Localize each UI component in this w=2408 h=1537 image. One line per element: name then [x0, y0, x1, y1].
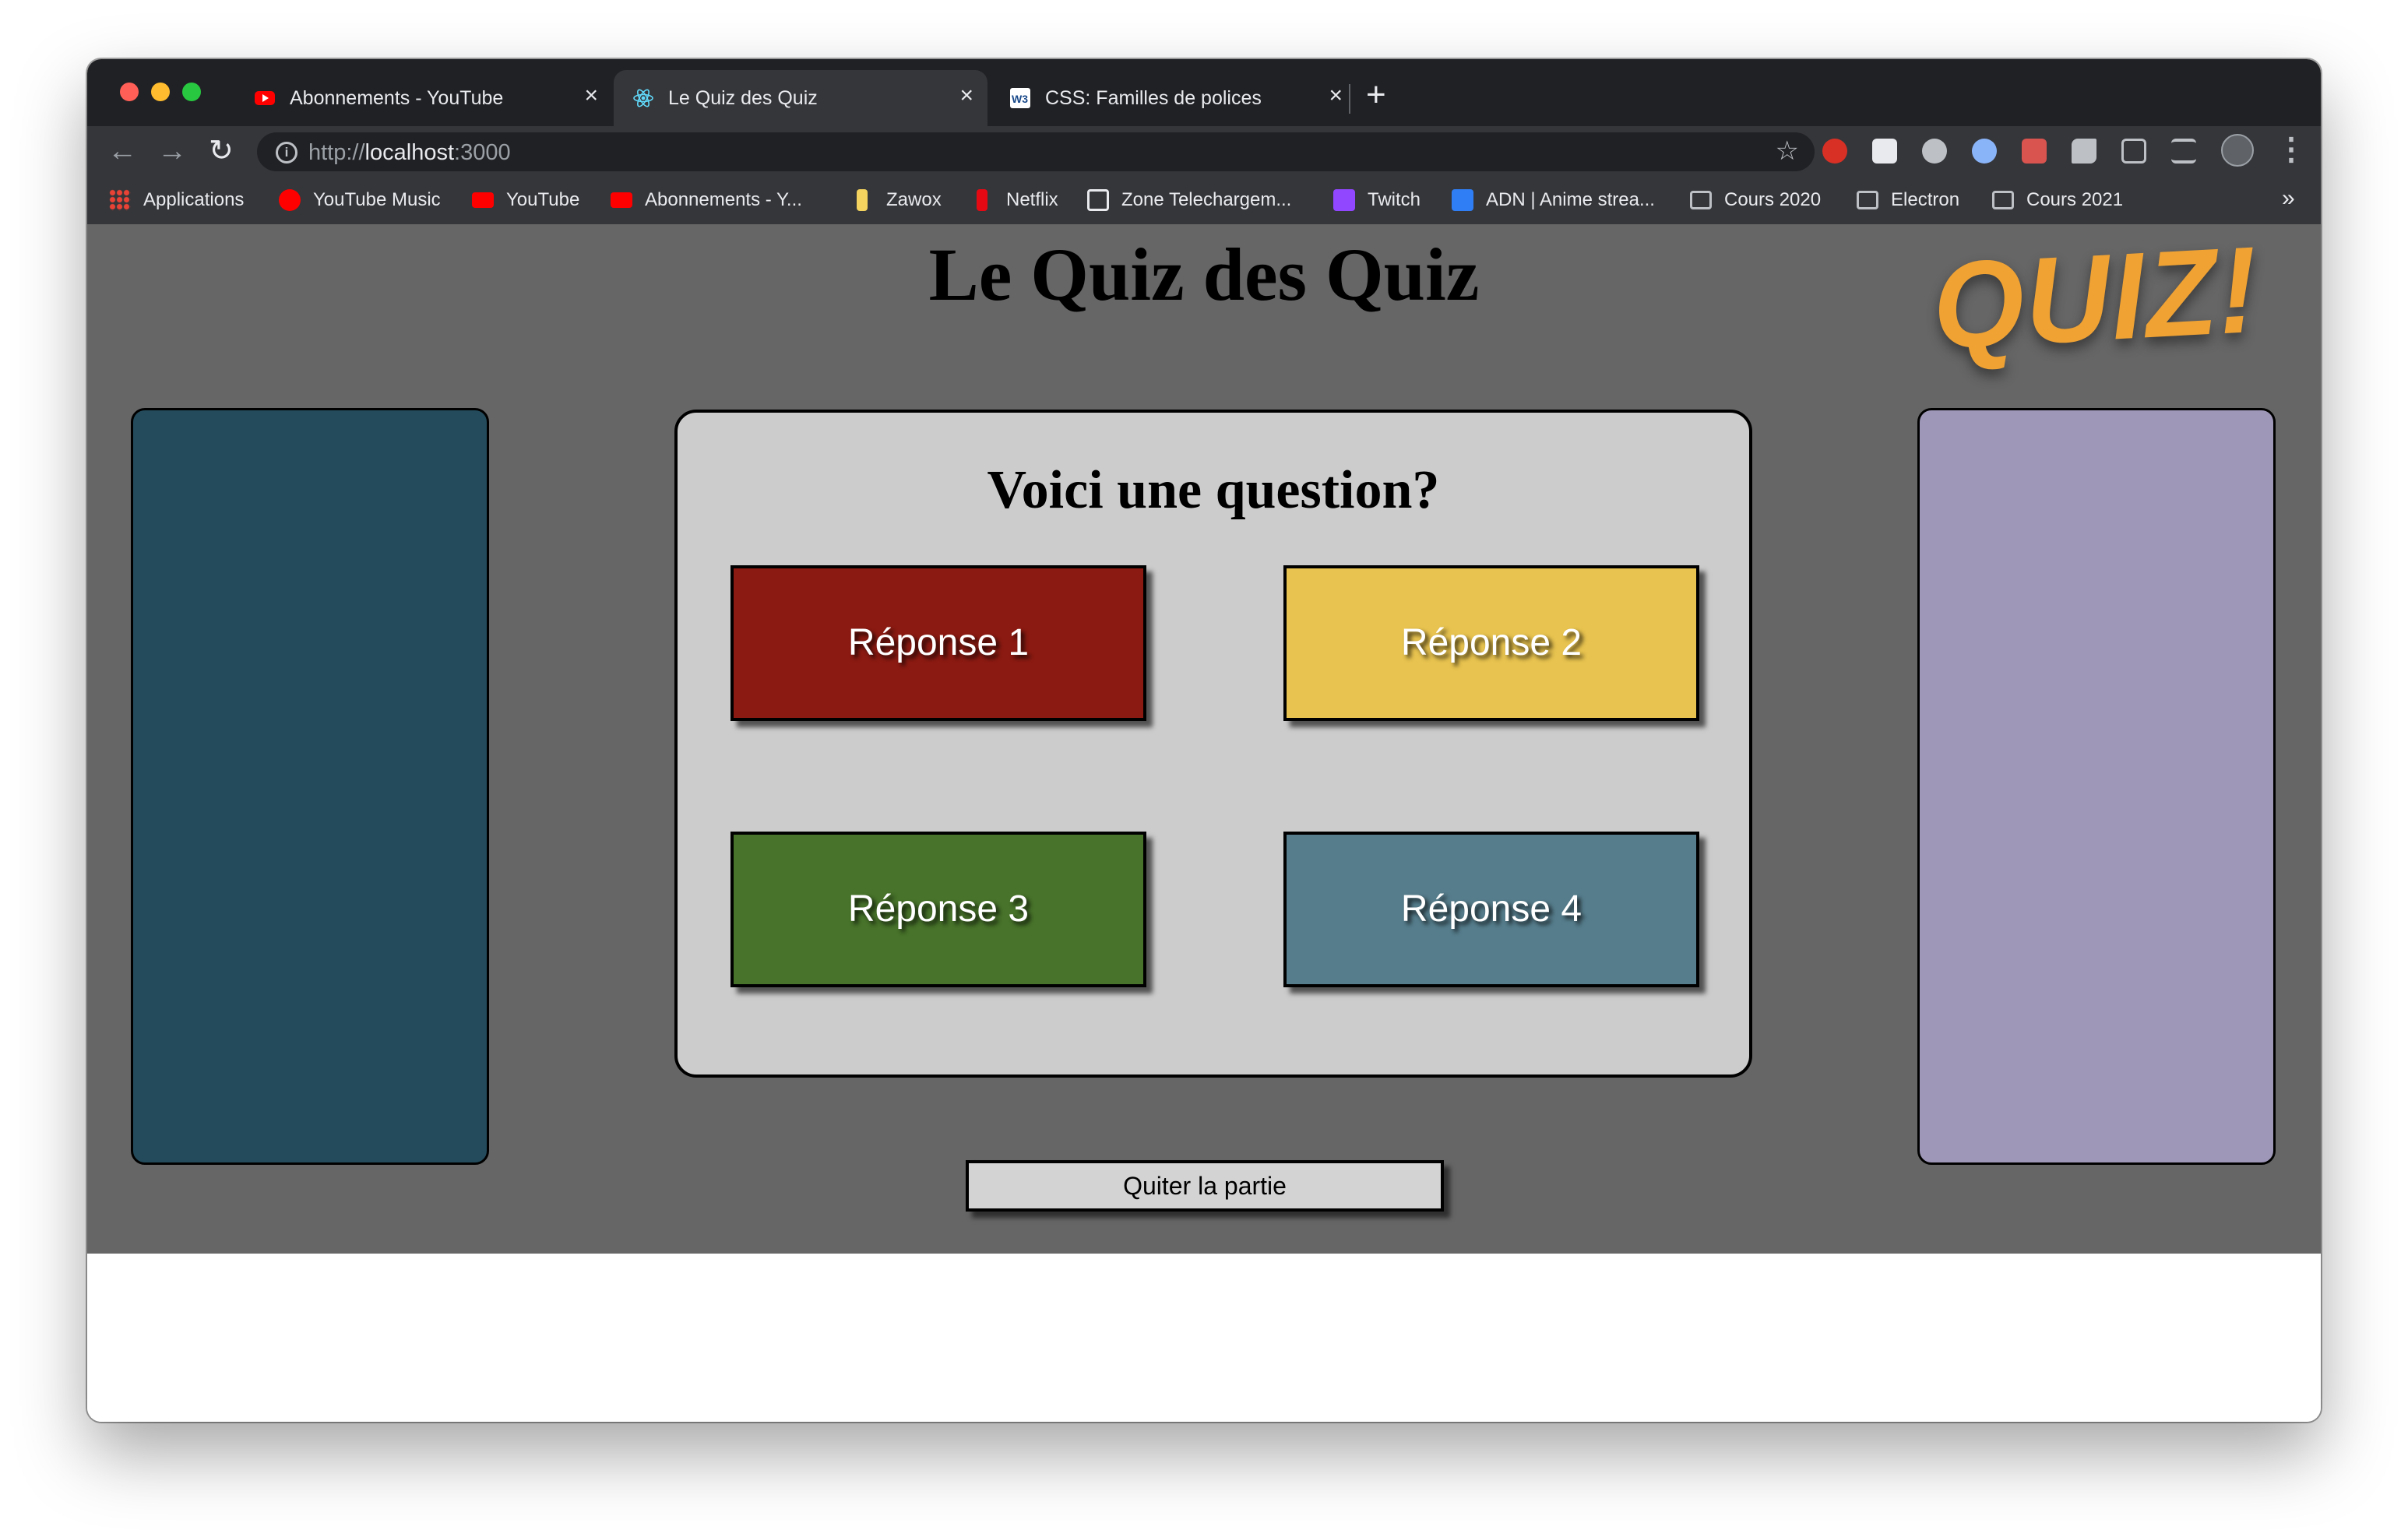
back-button[interactable]: ←: [107, 134, 137, 168]
extension-red-icon[interactable]: [2022, 139, 2047, 164]
left-side-panel: [131, 408, 489, 1165]
youtube-icon: [611, 192, 632, 208]
page-blank-area: [87, 1254, 2321, 1422]
tab-title: CSS: Familles de polices: [1045, 87, 1262, 109]
bookmark-netflix[interactable]: Netflix: [972, 176, 1058, 224]
browser-menu-icon[interactable]: ⋮: [2276, 132, 2307, 167]
bookmark-folder-electron[interactable]: Electron: [1857, 176, 1959, 224]
youtube-icon: [255, 91, 275, 105]
answer-4-button[interactable]: Réponse 4: [1283, 832, 1699, 987]
bookmark-label: Twitch: [1368, 189, 1421, 210]
bookmark-zawox[interactable]: Zawox: [852, 176, 942, 224]
url-host: localhost: [364, 140, 455, 165]
close-window-button[interactable]: [120, 83, 139, 101]
youtube-music-icon: [279, 189, 301, 211]
tab-close-button[interactable]: ×: [584, 83, 598, 109]
bookmark-label: Cours 2020: [1724, 189, 1822, 210]
question-card: Voici une question? Réponse 1 Réponse 2 …: [674, 410, 1752, 1078]
bookmark-youtube-music[interactable]: YouTube Music: [279, 176, 441, 224]
tab-css-fonts[interactable]: W3 CSS: Familles de polices ×: [991, 70, 1357, 126]
folder-icon: [1690, 191, 1712, 209]
bookmark-folder-cours-2020[interactable]: Cours 2020: [1690, 176, 1821, 224]
bookmark-twitch[interactable]: Twitch: [1333, 176, 1421, 224]
extension-circle-icon[interactable]: [1972, 139, 1997, 164]
tab-close-button[interactable]: ×: [959, 83, 973, 109]
react-icon: [633, 89, 653, 107]
bookmark-star-icon[interactable]: ☆: [1776, 135, 1799, 167]
profile-avatar[interactable]: [2221, 134, 2254, 167]
site-info-icon[interactable]: i: [276, 142, 297, 164]
tab-strip: Abonnements - YouTube × Le Quiz des Quiz…: [87, 59, 2321, 126]
browser-toolbar: ← → ↻ i http://localhost:3000 ☆ ⋮: [87, 126, 2321, 176]
twitch-icon: [1333, 189, 1355, 211]
bookmark-zone-telechargement[interactable]: Zone Telechargem...: [1087, 176, 1291, 224]
adblock-extension-icon[interactable]: [1822, 139, 1847, 164]
cast-icon[interactable]: [2121, 139, 2146, 164]
w3schools-icon: W3: [1010, 88, 1030, 108]
tab-title: Abonnements - YouTube: [290, 87, 504, 109]
bookmark-abonnements[interactable]: Abonnements - Y...: [611, 176, 802, 224]
bookmark-label: Applications: [143, 189, 245, 210]
netflix-icon: [977, 189, 987, 211]
tab-title: Le Quiz des Quiz: [668, 87, 818, 109]
bookmark-applications[interactable]: Applications: [109, 176, 244, 224]
bookmark-label: Netflix: [1006, 189, 1058, 210]
extension-icon[interactable]: [1872, 139, 1897, 164]
right-side-panel: [1917, 408, 2276, 1165]
browser-window: Abonnements - YouTube × Le Quiz des Quiz…: [87, 59, 2321, 1422]
address-bar[interactable]: i http://localhost:3000 ☆: [257, 132, 1815, 171]
new-tab-button[interactable]: +: [1366, 78, 1386, 112]
question-text: Voici une question?: [987, 460, 1440, 520]
bookmark-label: YouTube: [506, 189, 580, 210]
bookmark-folder-cours-2021[interactable]: Cours 2021: [1992, 176, 2123, 224]
bookmark-label: ADN | Anime strea...: [1486, 189, 1655, 210]
bookmark-label: Abonnements - Y...: [645, 189, 802, 210]
answer-1-button[interactable]: Réponse 1: [730, 565, 1146, 721]
tab-close-button[interactable]: ×: [1329, 83, 1343, 109]
tab-separator: [1349, 84, 1350, 114]
bookmark-label: YouTube Music: [313, 189, 441, 210]
folder-icon: [1857, 191, 1878, 209]
answer-2-button[interactable]: Réponse 2: [1283, 565, 1699, 721]
apps-grid-icon: [109, 189, 131, 211]
bookmark-label: Cours 2021: [2026, 189, 2124, 210]
tab-youtube-subscriptions[interactable]: Abonnements - YouTube ×: [235, 70, 612, 126]
bookmark-label: Zawox: [886, 189, 942, 210]
folder-icon: [1992, 191, 2014, 209]
address-url[interactable]: http://localhost:3000: [308, 140, 511, 166]
url-scheme: http://: [308, 140, 365, 165]
zt-icon: [1087, 189, 1109, 211]
answer-3-button[interactable]: Réponse 3: [730, 832, 1146, 987]
minimize-window-button[interactable]: [151, 83, 170, 101]
bookmark-label: Zone Telechargem...: [1121, 189, 1292, 210]
adn-icon: [1452, 189, 1473, 211]
reload-button[interactable]: ↻: [209, 134, 234, 168]
extensions-puzzle-icon[interactable]: [2072, 139, 2096, 164]
bookmark-label: Electron: [1891, 189, 1960, 210]
forward-button[interactable]: →: [157, 134, 187, 168]
youtube-icon: [472, 192, 494, 208]
bookmarks-bar: Applications YouTube Music YouTube Abonn…: [87, 176, 2321, 226]
tab-quiz[interactable]: Le Quiz des Quiz ×: [614, 70, 987, 126]
quiz-page: Le Quiz des Quiz QUIZ! Voici une questio…: [87, 220, 2321, 1254]
quiz-logo: QUIZ!: [1929, 220, 2262, 375]
maximize-window-button[interactable]: [182, 83, 201, 101]
bookmark-adn[interactable]: ADN | Anime strea...: [1452, 176, 1655, 224]
svg-text:W3: W3: [1012, 93, 1028, 105]
bookmark-youtube[interactable]: YouTube: [472, 176, 579, 224]
quit-game-button[interactable]: Quiter la partie: [966, 1160, 1444, 1212]
zawox-icon: [857, 189, 868, 211]
url-port: :3000: [454, 140, 511, 165]
bookmarks-overflow-button[interactable]: »: [2282, 185, 2295, 212]
media-control-icon[interactable]: [2171, 139, 2196, 164]
extension-check-icon[interactable]: [1922, 139, 1947, 164]
